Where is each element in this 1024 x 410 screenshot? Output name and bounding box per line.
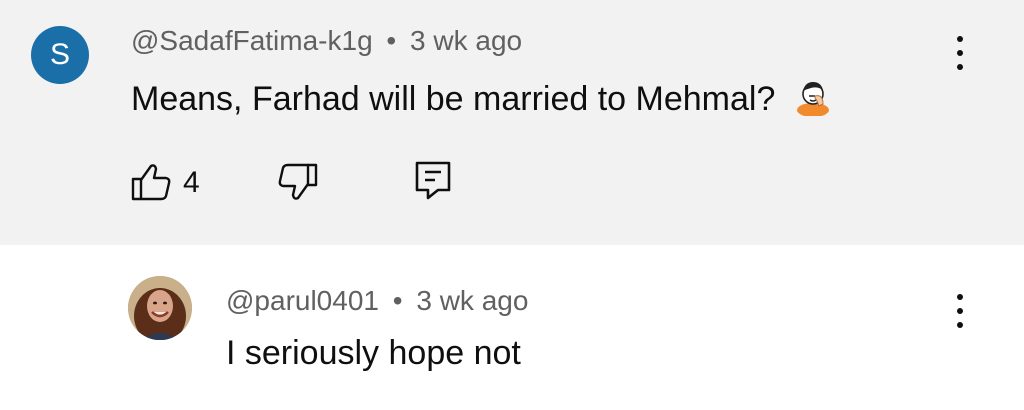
more-vertical-icon[interactable] bbox=[950, 34, 970, 72]
avatar[interactable]: S bbox=[31, 26, 89, 84]
comment-meta: @SadafFatima-k1g • 3 wk ago bbox=[131, 25, 522, 57]
reply-button[interactable] bbox=[414, 160, 452, 205]
reply-text: I seriously hope not bbox=[226, 334, 521, 372]
highlighted-comment: S @SadafFatima-k1g • 3 wk ago Means, Far… bbox=[0, 0, 1024, 245]
like-button[interactable] bbox=[131, 163, 171, 206]
comment-time[interactable]: 3 wk ago bbox=[410, 25, 522, 56]
reply-author[interactable]: @parul0401 bbox=[226, 285, 379, 316]
comment-text: Means, Farhad will be married to Mehmal? bbox=[131, 80, 776, 118]
meta-separator: • bbox=[392, 285, 403, 316]
thumbs-down-icon bbox=[278, 163, 318, 205]
dislike-button[interactable] bbox=[278, 163, 318, 206]
comment-text-row: Means, Farhad will be married to Mehmal? bbox=[131, 76, 833, 125]
thumbs-up-icon bbox=[131, 164, 171, 205]
reply-time[interactable]: 3 wk ago bbox=[416, 285, 528, 316]
avatar[interactable] bbox=[128, 276, 192, 340]
face-palm-emoji-icon bbox=[793, 76, 833, 125]
reply-icon bbox=[414, 161, 452, 204]
more-vertical-icon[interactable] bbox=[950, 292, 970, 330]
reply-meta: @parul0401 • 3 wk ago bbox=[226, 285, 528, 317]
comment-author[interactable]: @SadafFatima-k1g bbox=[131, 25, 373, 56]
meta-separator: • bbox=[386, 25, 397, 56]
like-count: 4 bbox=[183, 166, 200, 199]
